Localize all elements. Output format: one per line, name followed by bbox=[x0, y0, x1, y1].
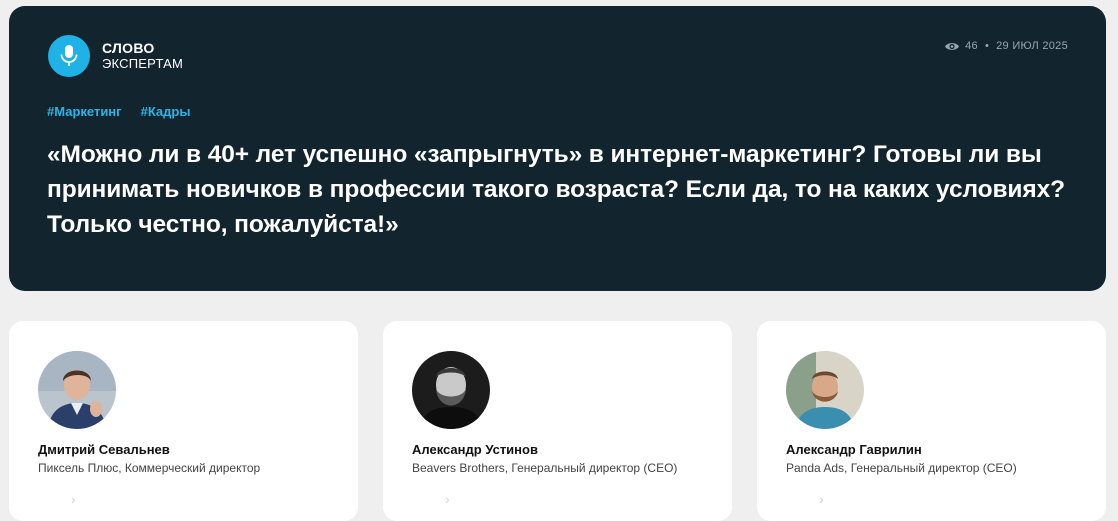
expert-avatar bbox=[786, 351, 864, 429]
expert-card[interactable]: Александр Гаврилин Panda Ads, Генеральны… bbox=[757, 321, 1106, 521]
expert-avatar bbox=[412, 351, 490, 429]
expert-name[interactable]: Александр Гаврилин bbox=[786, 442, 922, 457]
expert-avatar bbox=[38, 351, 116, 429]
question-headline: «Можно ли в 40+ лет успешно «запрыгнуть»… bbox=[47, 141, 1065, 238]
expert-role: Panda Ads, Генеральный директор (CEO) bbox=[786, 461, 1017, 475]
question-hero: СЛОВО ЭКСПЕРТАМ 46 • 29 ИЮЛ 2025 #Маркет… bbox=[9, 6, 1106, 291]
expert-card[interactable]: Дмитрий Севальнев Пиксель Плюс, Коммерче… bbox=[9, 321, 358, 521]
view-count: 46 bbox=[965, 40, 978, 52]
meta-separator: • bbox=[984, 40, 990, 52]
brand-name: СЛОВО ЭКСПЕРТАМ bbox=[102, 40, 183, 72]
brand-logo[interactable]: СЛОВО ЭКСПЕРТАМ bbox=[48, 35, 183, 77]
tag-personnel[interactable]: #Кадры bbox=[141, 104, 191, 119]
post-date: 29 ИЮЛ 2025 bbox=[996, 40, 1068, 52]
expert-card[interactable]: Александр Устинов Beavers Brothers, Гене… bbox=[383, 321, 732, 521]
brand-line-1: СЛОВО bbox=[102, 40, 155, 56]
chevron-right-icon: › bbox=[71, 491, 76, 507]
chevron-right-icon: › bbox=[819, 491, 824, 507]
expert-role: Пиксель Плюс, Коммерческий директор bbox=[38, 461, 261, 475]
expert-name[interactable]: Дмитрий Севальнев bbox=[38, 442, 170, 457]
brand-line-2: ЭКСПЕРТАМ bbox=[102, 56, 184, 71]
microphone-icon bbox=[48, 35, 90, 77]
chevron-right-icon: › bbox=[445, 491, 450, 507]
post-meta: 46 • 29 ИЮЛ 2025 bbox=[944, 40, 1068, 52]
tag-marketing[interactable]: #Маркетинг bbox=[47, 104, 122, 119]
tag-list: #Маркетинг #Кадры bbox=[47, 104, 190, 119]
expert-role: Beavers Brothers, Генеральный директор (… bbox=[412, 461, 678, 475]
eye-icon bbox=[944, 41, 960, 52]
expert-name[interactable]: Александр Устинов bbox=[412, 442, 538, 457]
